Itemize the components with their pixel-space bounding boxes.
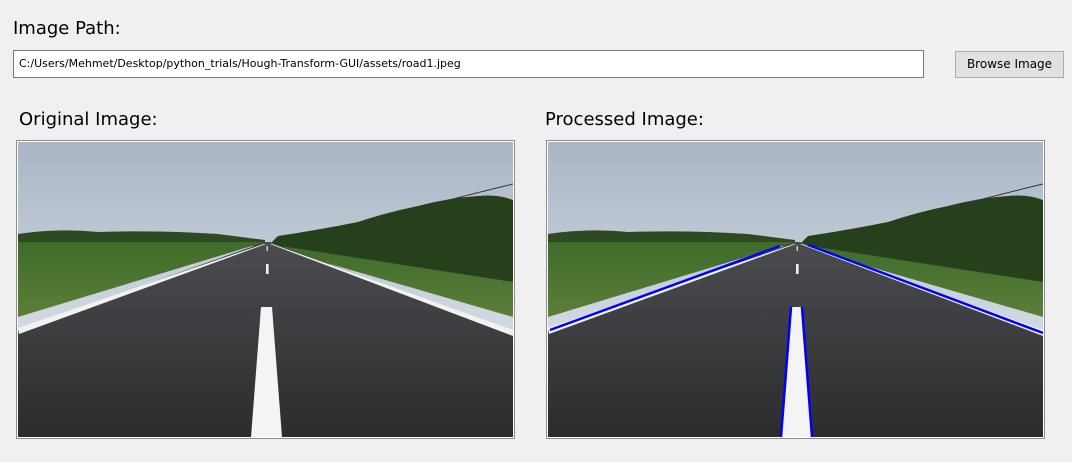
processed-image-panel (546, 140, 1045, 439)
image-path-label: Image Path: (13, 18, 121, 39)
original-image-panel (16, 140, 515, 439)
original-road-image (18, 142, 513, 437)
original-image-label: Original Image: (19, 109, 158, 130)
processed-image-label: Processed Image: (545, 109, 704, 130)
processed-road-image (548, 142, 1043, 437)
image-path-input[interactable]: C:/Users/Mehmet/Desktop/python_trials/Ho… (13, 50, 924, 78)
browse-image-button[interactable]: Browse Image (955, 51, 1064, 78)
